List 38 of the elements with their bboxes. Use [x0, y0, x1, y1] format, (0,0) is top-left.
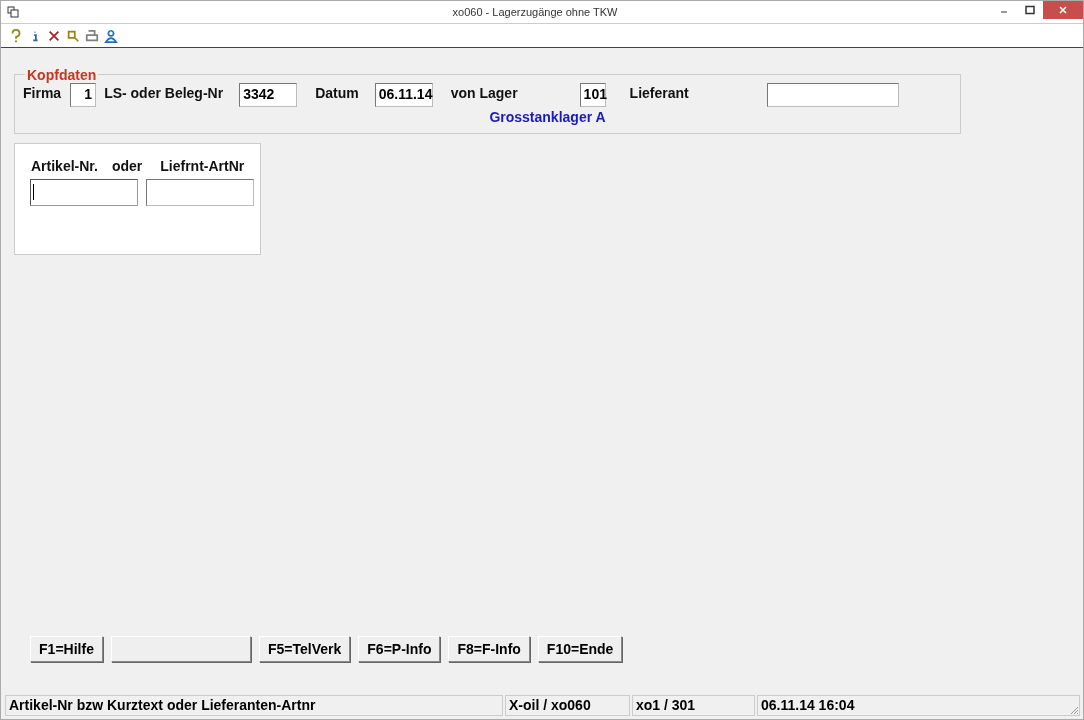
resize-grip-icon [1069, 705, 1079, 715]
field-label: oder [111, 157, 143, 176]
input-field[interactable]: 101 [579, 83, 606, 107]
field-label: von Lager [450, 84, 518, 103]
function-key-button[interactable]: F10=Ende [537, 636, 623, 662]
status-panel: xo1 / 301 [632, 695, 755, 716]
status-panel: X-oil / xo060 [505, 695, 630, 716]
group-legend: Kopfdaten [25, 67, 99, 83]
status-panel: 06.11.14 16:04 [757, 695, 1080, 716]
blank-button[interactable] [111, 636, 251, 662]
field-label: Lieferant [629, 84, 689, 103]
input-field[interactable]: 3342 [239, 83, 298, 107]
user-icon[interactable] [104, 28, 118, 43]
printer-icon[interactable] [85, 28, 99, 43]
close-button[interactable] [1043, 1, 1083, 19]
maximize-icon[interactable] [1025, 5, 1035, 15]
function-key-button[interactable]: F5=TelVerk [259, 636, 351, 662]
input-field[interactable] [146, 179, 254, 206]
close-icon [1058, 5, 1068, 15]
input-field[interactable]: 1 [70, 83, 97, 107]
function-key-button[interactable]: F8=F-Info [448, 636, 530, 662]
search-icon[interactable] [66, 28, 80, 43]
close-icon[interactable] [47, 28, 61, 43]
window-icon[interactable] [7, 6, 19, 18]
function-key-button[interactable]: F1=Hilfe [30, 636, 103, 662]
field-label: Firma [23, 84, 62, 103]
function-key-button[interactable]: F6=P-Info [358, 636, 441, 662]
input-field[interactable]: 06.11.14 [374, 83, 433, 107]
warehouse-name: Grosstanklager A [489, 109, 606, 125]
field-label: Datum [315, 84, 359, 103]
field-label: Liefrnt-ArtNr [160, 157, 245, 176]
help-icon[interactable] [9, 28, 23, 43]
input-field[interactable] [766, 83, 899, 107]
window-title: xo060 - Lagerzugänge ohne TKW [452, 6, 618, 18]
field-label: LS- oder Beleg-Nr [104, 84, 224, 103]
status-panel: Artikel-Nr bzw Kurztext oder Lieferanten-Artnr [5, 695, 503, 716]
input-field[interactable] [30, 179, 138, 206]
field-label: Artikel-Nr. [31, 157, 98, 176]
